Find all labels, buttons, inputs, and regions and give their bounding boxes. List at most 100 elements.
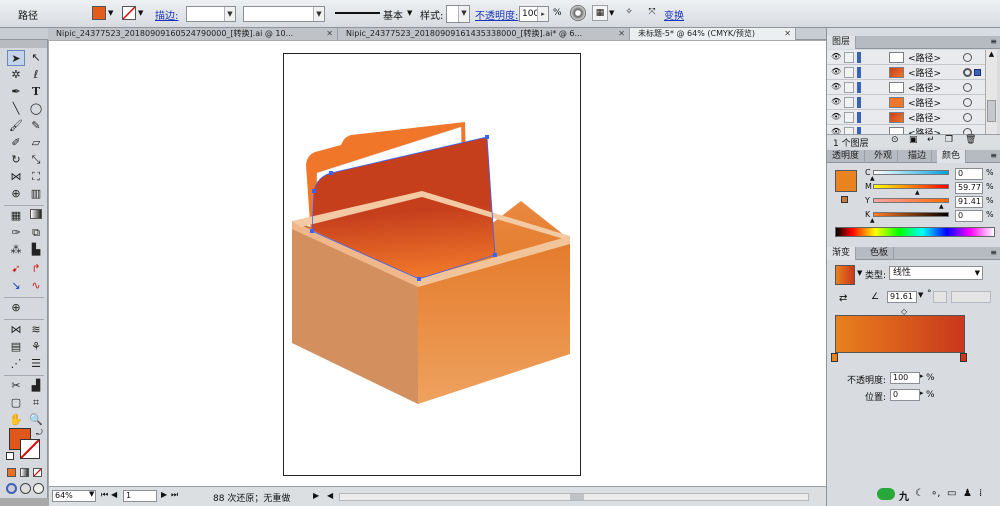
stroke-color-swatch[interactable] bbox=[20, 439, 40, 459]
opacity-input[interactable]: 100 ▸ bbox=[519, 6, 549, 22]
gradient-thumb-arrow[interactable]: ▼ bbox=[857, 269, 862, 277]
color-fill-swatch[interactable] bbox=[835, 170, 857, 192]
layer-name[interactable]: <路径> bbox=[908, 111, 941, 124]
anchor-point[interactable] bbox=[493, 253, 497, 257]
slice-select-tool-icon[interactable]: ⌗ bbox=[27, 395, 45, 411]
hand-tool-icon[interactable]: ✋ bbox=[7, 412, 25, 428]
tray-keyboard-icon[interactable]: ▭ bbox=[947, 488, 956, 499]
doc-tab-2[interactable]: Nipic_24377523_20180909161435338000_[转换]… bbox=[338, 28, 630, 40]
layer-row[interactable]: 👁 <路径> bbox=[827, 50, 985, 65]
lock-toggle[interactable] bbox=[844, 97, 854, 108]
visibility-eye-icon[interactable]: 👁 bbox=[831, 113, 841, 121]
blob-brush-tool-icon[interactable]: ✐ bbox=[7, 135, 25, 151]
warp-tool-icon[interactable]: ≋ bbox=[27, 322, 45, 338]
panel-menu-icon[interactable]: ≡ bbox=[990, 37, 997, 46]
symbol-sprayer-tool-icon[interactable]: ⁂ bbox=[7, 242, 25, 258]
slice-tool-icon[interactable]: ✂ bbox=[7, 378, 25, 394]
horizontal-scrollbar[interactable] bbox=[339, 493, 809, 501]
scatter-icon[interactable]: ⋰ bbox=[7, 356, 25, 372]
gradient-angle-input[interactable]: 91.61 bbox=[887, 291, 917, 303]
stop-opacity-input[interactable]: 100 bbox=[890, 372, 920, 384]
slider-handle-icon[interactable]: ▲ bbox=[870, 217, 875, 224]
layer-row[interactable]: 👁 <路径> bbox=[827, 65, 985, 80]
opacity-label[interactable]: 不透明度: bbox=[475, 7, 518, 22]
next-artboard-button[interactable]: ▶ bbox=[161, 490, 167, 499]
eyedropper-tool-icon[interactable]: ✑ bbox=[7, 225, 25, 241]
layer-name[interactable]: <路径> bbox=[908, 66, 941, 79]
make-clipping-mask-icon[interactable]: ▣ bbox=[909, 135, 918, 145]
align-icon[interactable]: ▦ bbox=[592, 5, 608, 21]
ellipse-tool-icon[interactable]: ◯ bbox=[27, 101, 45, 117]
stack-icon[interactable]: ☰ bbox=[27, 356, 45, 372]
locate-object-icon[interactable]: ⊙ bbox=[891, 135, 899, 145]
scale-tool-icon[interactable]: ⤡ bbox=[27, 152, 45, 168]
draw-behind-icon[interactable] bbox=[20, 483, 31, 494]
draw-inside-icon[interactable] bbox=[33, 483, 44, 494]
zoom-dropdown-arrow[interactable]: ▼ bbox=[89, 490, 94, 498]
perspective-grid-tool-icon[interactable]: ▥ bbox=[27, 186, 45, 202]
lock-toggle[interactable] bbox=[844, 112, 854, 123]
reverse-gradient-icon[interactable]: ⇄ bbox=[839, 293, 847, 304]
target-circle-icon[interactable] bbox=[963, 98, 972, 107]
canvas-area[interactable] bbox=[49, 41, 826, 486]
stroke-swatch[interactable] bbox=[122, 6, 136, 20]
close-icon[interactable]: ✕ bbox=[784, 28, 791, 40]
envelope-distort-icon[interactable]: ⋈ bbox=[7, 322, 25, 338]
target-circle-icon[interactable] bbox=[963, 53, 972, 62]
visibility-eye-icon[interactable]: 👁 bbox=[831, 98, 841, 106]
gradient-thumbnail[interactable] bbox=[835, 265, 855, 285]
target-circle-icon[interactable] bbox=[963, 83, 972, 92]
anchor-point[interactable] bbox=[417, 277, 421, 281]
aspect-ratio-slider[interactable] bbox=[951, 291, 991, 303]
shape-builder-tool-icon[interactable]: ⊕ bbox=[7, 186, 25, 202]
rotate-tool-icon[interactable]: ↻ bbox=[7, 152, 25, 168]
paintbrush-tool-icon[interactable]: 🖌 bbox=[7, 118, 25, 134]
artboard-tool-icon[interactable]: ▢ bbox=[7, 395, 25, 411]
blend-tool-icon[interactable]: ⧉ bbox=[27, 225, 45, 241]
anchor-convert-tool-icon[interactable]: ↱ bbox=[27, 261, 45, 277]
tab-layers[interactable]: 图层 bbox=[827, 36, 857, 49]
fill-dropdown-arrow[interactable]: ▼ bbox=[108, 6, 117, 20]
gradient-stop-right[interactable] bbox=[960, 353, 967, 362]
slider-handle-icon[interactable]: ▲ bbox=[939, 203, 944, 210]
color-spectrum-bar[interactable] bbox=[835, 227, 995, 237]
width-tool-icon[interactable]: ⋈ bbox=[7, 169, 25, 185]
chevron-down-icon[interactable]: ▼ bbox=[224, 7, 235, 21]
layer-row[interactable]: 👁 <路径> bbox=[827, 95, 985, 110]
fill-swatch[interactable] bbox=[92, 6, 106, 20]
anchor-point[interactable] bbox=[485, 135, 489, 139]
draw-normal-icon[interactable] bbox=[6, 483, 17, 494]
scroll-left-arrow[interactable]: ◀ bbox=[327, 491, 333, 500]
transform-link[interactable]: 变换 bbox=[664, 7, 684, 22]
close-icon[interactable]: ✕ bbox=[326, 28, 333, 40]
zoom-tool-icon[interactable]: 🔍 bbox=[27, 412, 45, 428]
tab-transparency[interactable]: 透明度 bbox=[827, 150, 866, 163]
target-circle-icon[interactable] bbox=[963, 68, 972, 77]
recolor-artwork-icon[interactable] bbox=[570, 5, 586, 21]
pen-tool-icon[interactable]: ✒ bbox=[7, 84, 25, 100]
scrollbar-thumb[interactable] bbox=[570, 494, 584, 500]
last-artboard-button[interactable]: ⏭ bbox=[171, 490, 178, 500]
isolate-icon[interactable]: ⤧ bbox=[644, 5, 660, 21]
gradient-tool-icon[interactable] bbox=[27, 208, 45, 224]
panel-menu-icon[interactable]: ≡ bbox=[990, 248, 997, 257]
tray-logo-icon[interactable] bbox=[877, 488, 895, 500]
tray-moon-icon[interactable]: ☾ bbox=[915, 488, 924, 499]
anchor-point[interactable] bbox=[312, 189, 316, 193]
delete-layer-icon[interactable]: 🗑 bbox=[965, 135, 976, 145]
mesh-grid-icon[interactable]: ▤ bbox=[7, 339, 25, 355]
stroke-weight-field[interactable]: ▼ bbox=[186, 6, 236, 22]
aspect-ratio-input[interactable] bbox=[933, 291, 947, 303]
channel-value-input[interactable]: 0 bbox=[955, 168, 983, 180]
chevron-down-icon[interactable]: ▼ bbox=[313, 7, 324, 21]
variable-width-profile[interactable]: ▼ bbox=[243, 6, 325, 22]
channel-value-input[interactable]: 0 bbox=[955, 210, 983, 222]
new-sublayer-icon[interactable]: ↵ bbox=[927, 135, 935, 145]
artboard-number-field[interactable]: 1 bbox=[123, 490, 157, 502]
stroke-label[interactable]: 描边: bbox=[155, 7, 178, 22]
layers-scrollbar[interactable]: ▲ ▼ bbox=[985, 50, 997, 142]
eraser-tool-icon[interactable]: ▱ bbox=[27, 135, 45, 151]
channel-slider[interactable] bbox=[873, 170, 949, 175]
lasso-tool-icon[interactable]: ℓ bbox=[27, 67, 45, 83]
brush-dropdown-arrow[interactable]: ▼ bbox=[407, 6, 416, 20]
